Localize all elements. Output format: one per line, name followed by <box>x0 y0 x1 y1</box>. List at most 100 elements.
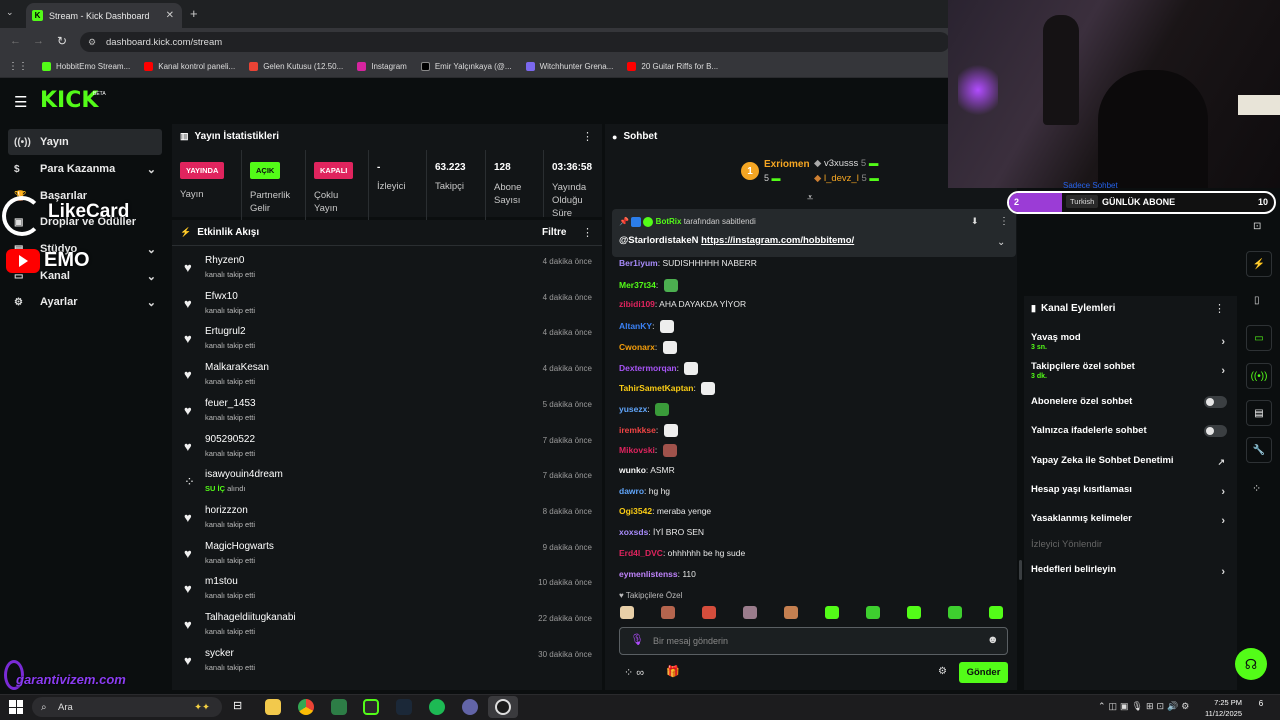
chat-username[interactable]: Mikovski <box>619 445 655 455</box>
chat-username[interactable]: AltanKY <box>619 321 652 331</box>
emote[interactable] <box>702 606 716 619</box>
task-view-icon[interactable]: ⊟ <box>233 699 249 715</box>
new-tab-icon[interactable]: + <box>190 6 198 21</box>
scroll-down-icon[interactable]: ⩡ <box>807 192 813 205</box>
site-info-icon[interactable]: ⚙ <box>88 37 96 48</box>
reload-icon[interactable]: ↻ <box>57 34 67 48</box>
sidebar-item-ayarlar[interactable]: ⚙ Ayarlar ⌄ <box>8 289 162 315</box>
chat-roles-icon[interactable]: ⁘ ∞ <box>624 666 644 679</box>
bookmark-item[interactable]: Emir Yalçınkaya (@... <box>420 62 512 71</box>
banned-words-action[interactable]: Yasaklanmış kelimeler › <box>1031 513 1227 527</box>
account-age-action[interactable]: Hesap yaşı kısıtlaması › <box>1031 484 1227 498</box>
subscribers-only-toggle[interactable] <box>1204 396 1227 408</box>
pinned-more-icon[interactable]: ⋮ <box>999 216 1009 227</box>
gift-icon[interactable]: 🎁 <box>666 665 680 678</box>
emote[interactable] <box>655 402 670 416</box>
activity-username[interactable]: sycker <box>205 648 234 659</box>
chat-username[interactable]: xoxsds <box>619 527 648 537</box>
chat-username[interactable]: TahirSametKaptan <box>619 383 693 393</box>
emotes-only-toggle[interactable] <box>1204 425 1227 437</box>
emote[interactable] <box>661 606 675 619</box>
bookmark-item[interactable]: HobbitEmo Stream... <box>42 62 130 71</box>
chat-username[interactable]: dawro <box>619 486 644 496</box>
activity-username[interactable]: m1stou <box>205 576 238 587</box>
chat-username[interactable]: Ogi3542 <box>619 506 652 516</box>
chat-icon[interactable]: ▭ <box>1246 325 1272 351</box>
chat-username[interactable]: Dextermorqan <box>619 362 677 372</box>
bookmark-item[interactable]: Kanal kontrol paneli... <box>144 62 235 71</box>
emote[interactable] <box>684 361 699 375</box>
help-headset-icon[interactable]: ☊ <box>1235 648 1267 680</box>
wrench-icon[interactable]: 🔧 <box>1246 437 1272 463</box>
taskbar-search[interactable]: ⌕ Ara ✦✦ <box>32 697 222 717</box>
clock[interactable]: 7:25 PM 11/12/2025 <box>1204 697 1242 719</box>
top-gifter-name[interactable]: Exriomen <box>764 159 810 170</box>
followers-only-action[interactable]: Takipçilere özel sohbet 3 dk. › <box>1031 361 1227 380</box>
subscribers-only-action[interactable]: Abonelere özel sohbet <box>1031 396 1227 408</box>
system-tray-icons[interactable]: ⌃◫▣🎙⊞⊡🔊⚙ <box>1098 701 1192 712</box>
actions-more-icon[interactable]: ⋮ <box>1214 302 1225 315</box>
bookmark-item[interactable]: 20 Guitar Riffs for B... <box>627 62 718 71</box>
steam-icon[interactable] <box>396 699 412 715</box>
apps-icon[interactable]: ⋮⋮ <box>8 61 28 72</box>
excel-icon[interactable] <box>331 699 347 715</box>
kick-app-icon[interactable] <box>363 699 379 715</box>
emote[interactable] <box>866 606 880 619</box>
bookmark-item[interactable]: Witchhunter Grena... <box>525 62 613 71</box>
community-icon[interactable]: ⁘ <box>1252 482 1261 495</box>
chat-username[interactable]: iremkkse <box>619 424 656 434</box>
emote[interactable] <box>989 606 1003 619</box>
obs-icon[interactable] <box>495 699 511 715</box>
chat-username[interactable]: wunko <box>619 465 646 475</box>
url-field[interactable]: ⚙ dashboard.kick.com/stream <box>80 32 950 52</box>
activity-username[interactable]: Ertugrul2 <box>205 326 246 337</box>
file-explorer-icon[interactable] <box>265 699 281 715</box>
pinned-link[interactable]: https://instagram.com/hobbitemo/ <box>701 235 854 246</box>
chat-username[interactable]: Ber1iyum <box>619 258 658 268</box>
emote[interactable] <box>948 606 962 619</box>
slow-mode-action[interactable]: Yavaş mod 3 sn. › <box>1031 332 1227 351</box>
chat-username[interactable]: Cwonarx <box>619 342 655 352</box>
scrollbar[interactable] <box>1019 560 1022 580</box>
activity-username[interactable]: Talhageldiitugkanabi <box>205 612 296 623</box>
emote[interactable] <box>743 606 757 619</box>
microphone-icon[interactable]: 🎙 <box>630 633 644 646</box>
chrome-icon[interactable] <box>298 699 314 715</box>
layout-icon[interactable]: ▤ <box>1246 400 1272 426</box>
chat-username[interactable]: zibidi109 <box>619 299 655 309</box>
emote[interactable] <box>663 423 678 437</box>
chat-username[interactable]: Mer37t34 <box>619 279 656 289</box>
chevron-down-icon[interactable]: ⌄ <box>997 237 1005 248</box>
goals-action[interactable]: Hedefleri belirleyin › <box>1031 564 1227 578</box>
notification-badge[interactable]: 6 <box>1253 699 1269 713</box>
send-button[interactable]: Gönder <box>959 662 1008 683</box>
close-tab-icon[interactable]: ✕ <box>166 10 174 21</box>
emotes-only-action[interactable]: Yalnızca ifadelerle sohbet <box>1031 425 1227 437</box>
menu-icon[interactable]: ☰ <box>14 93 27 111</box>
emote[interactable] <box>784 606 798 619</box>
document-icon[interactable]: ▯ <box>1254 295 1260 306</box>
emote[interactable] <box>620 606 634 619</box>
kick-logo[interactable]: KICK <box>40 88 98 113</box>
activity-username[interactable]: isawyouin4dream <box>205 469 283 480</box>
chat-username[interactable]: yusezx <box>619 404 647 414</box>
tab-list-icon[interactable]: ⌄ <box>6 7 14 18</box>
activity-more-icon[interactable]: ⋮ <box>582 226 593 239</box>
emoji-icon[interactable]: ☻ <box>987 634 999 646</box>
bookmark-item[interactable]: Instagram <box>357 62 407 71</box>
chat-settings-icon[interactable]: ⚙ <box>938 666 947 677</box>
chat-username[interactable]: eymenlistenss <box>619 569 678 579</box>
third-gifter[interactable]: ◆ l_devz_l 5 ▬ <box>814 173 879 184</box>
activity-username[interactable]: 905290522 <box>205 434 255 445</box>
emote[interactable] <box>662 444 677 458</box>
chat-username[interactable]: Erd4l_DVC <box>619 548 663 558</box>
emote[interactable] <box>659 320 674 334</box>
emote[interactable] <box>825 606 839 619</box>
sidebar-item-para-kazanma[interactable]: $ Para Kazanma ⌄ <box>8 156 162 182</box>
second-gifter[interactable]: ◆ v3xusss 5 ▬ <box>814 158 878 169</box>
emote[interactable] <box>701 382 716 396</box>
activity-username[interactable]: horizzzon <box>205 505 248 516</box>
activity-username[interactable]: Efwx10 <box>205 291 238 302</box>
forward-icon[interactable]: → <box>33 35 44 47</box>
activity-username[interactable]: feuer_1453 <box>205 398 256 409</box>
